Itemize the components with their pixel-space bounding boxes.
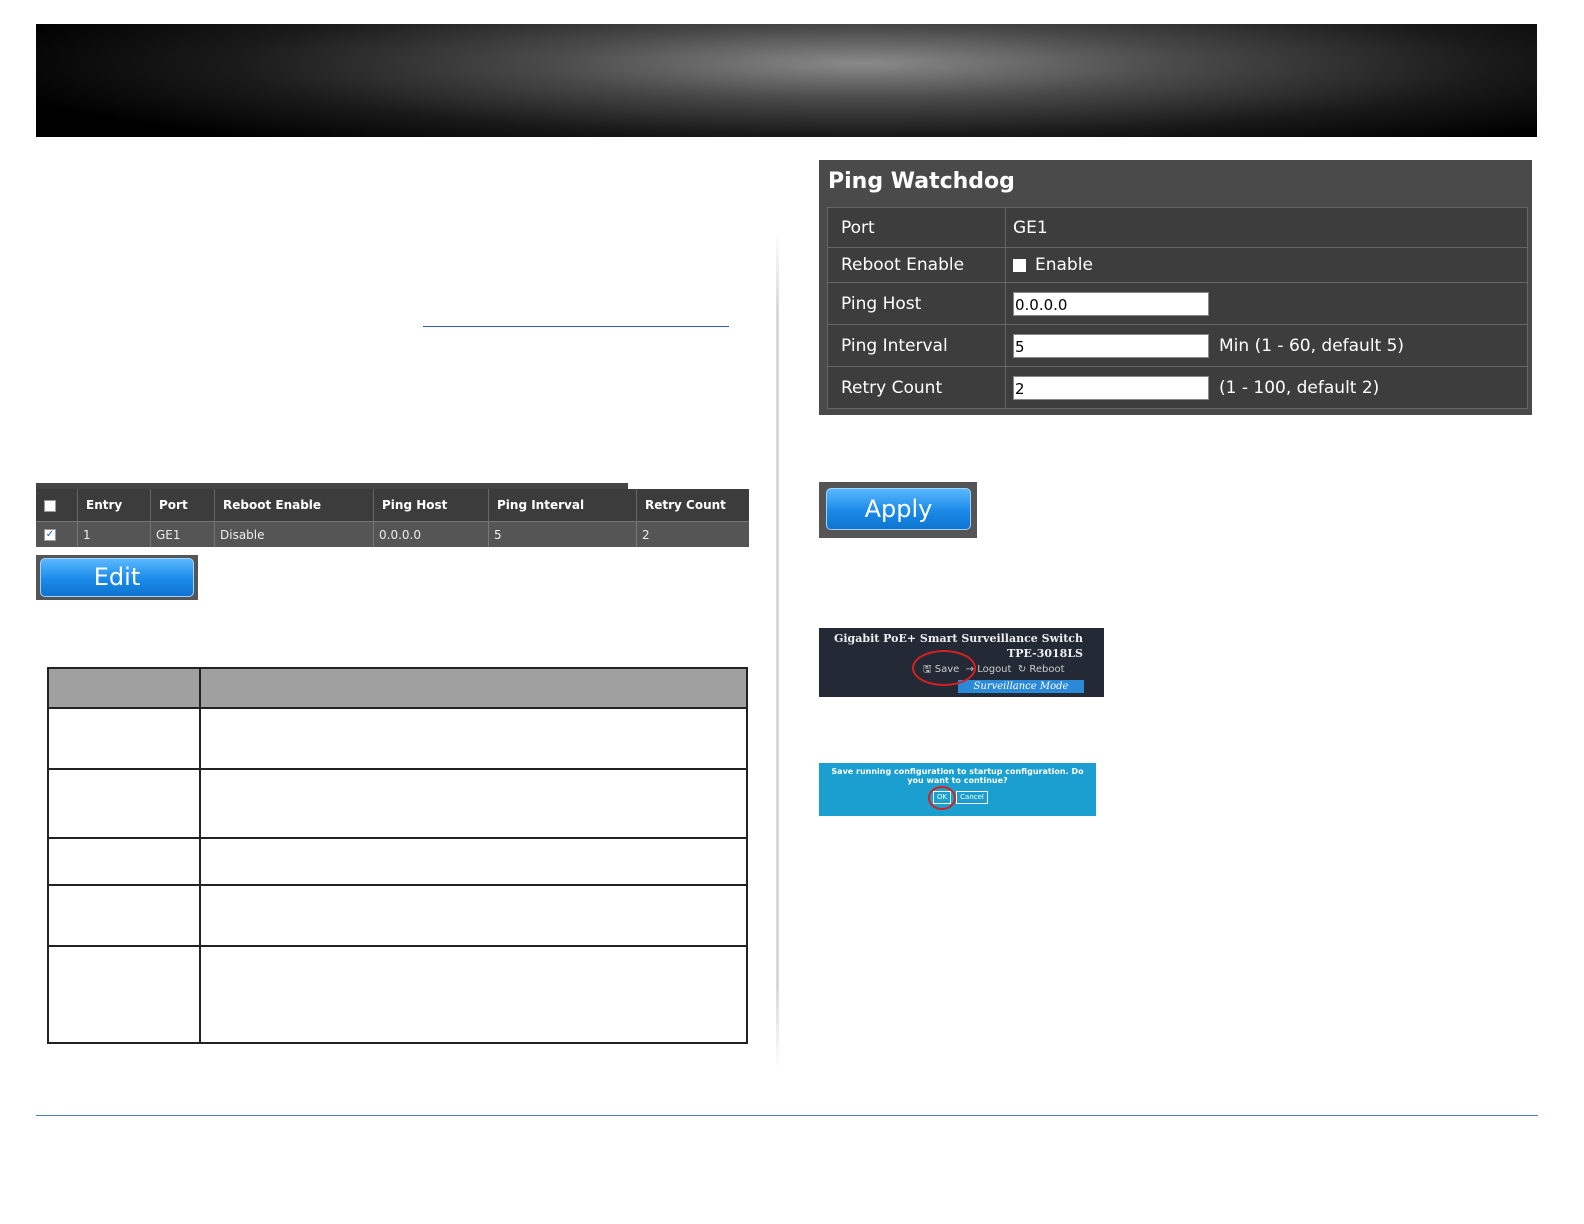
reboot-link[interactable]: Reboot	[1029, 664, 1064, 675]
row-select-cell[interactable]: ✓	[36, 521, 78, 547]
edit-button[interactable]: Edit	[40, 558, 194, 597]
retry-count-hint: (1 - 100, default 2)	[1219, 377, 1380, 398]
product-name: Gigabit PoE+ Smart Surveillance Switch	[833, 632, 1083, 645]
apply-button-frame: Apply	[819, 482, 977, 538]
select-all-checkbox[interactable]	[44, 499, 56, 512]
table-row	[47, 884, 748, 947]
desc-cell	[47, 837, 201, 886]
retry-row: Retry Count 2 (1 - 100, default 2)	[827, 366, 1528, 409]
table-row	[47, 707, 748, 770]
desc-header-row	[47, 667, 748, 709]
cell-retry-count: 2	[636, 521, 749, 547]
desc-cell	[199, 884, 748, 947]
ping-watchdog-panel: Ping Watchdog Port GE1 Reboot Enable Ena…	[819, 160, 1532, 415]
table-row	[47, 768, 748, 839]
header-banner	[36, 24, 1537, 137]
retry-count-cell: 2 (1 - 100, default 2)	[1005, 366, 1528, 409]
desc-cell	[199, 945, 748, 1044]
reboot-icon: ↻	[1017, 664, 1027, 675]
reboot-row: Reboot Enable Enable	[827, 247, 1528, 283]
reboot-enable-label: Reboot Enable	[827, 247, 1006, 283]
port-label: Port	[827, 207, 1006, 248]
desc-cell	[199, 837, 748, 886]
desc-cell	[47, 768, 201, 839]
col-port: Port	[150, 489, 215, 522]
ping-host-label: Ping Host	[827, 282, 1006, 325]
cell-port: GE1	[150, 521, 215, 547]
desc-cell	[47, 945, 201, 1044]
retry-count-input[interactable]: 2	[1013, 375, 1209, 400]
retry-count-label: Retry Count	[827, 366, 1006, 409]
cell-ping-host: 0.0.0.0	[373, 521, 489, 547]
interval-row: Ping Interval 5 Min (1 - 60, default 5)	[827, 324, 1528, 367]
ping-interval-label: Ping Interval	[827, 324, 1006, 367]
desc-cell	[199, 707, 748, 770]
col-ping-interval: Ping Interval	[488, 489, 637, 522]
cell-reboot-enable: Disable	[214, 521, 374, 547]
ping-host-input[interactable]: 0.0.0.0	[1013, 291, 1209, 316]
table-row	[47, 945, 748, 1044]
column-divider	[776, 230, 779, 1070]
port-value: GE1	[1005, 207, 1528, 248]
col-ping-host: Ping Host	[373, 489, 489, 522]
col-reboot-enable: Reboot Enable	[214, 489, 374, 522]
table-row[interactable]: ✓ 1 GE1 Disable 0.0.0.0 5 2	[36, 521, 749, 547]
dialog-message: Save running configuration to startup co…	[831, 767, 1084, 785]
surveillance-mode-badge[interactable]: Surveillance Mode	[958, 680, 1084, 693]
desc-header-cell	[47, 667, 201, 709]
save-highlight-circle	[912, 650, 976, 686]
cancel-button[interactable]: Cancel	[956, 791, 988, 804]
desc-cell	[47, 707, 201, 770]
select-all-header[interactable]	[36, 489, 78, 522]
apply-button[interactable]: Apply	[826, 488, 971, 530]
cell-ping-interval: 5	[488, 521, 637, 547]
col-retry-count: Retry Count	[636, 489, 749, 522]
host-row: Ping Host 0.0.0.0	[827, 282, 1528, 325]
ping-watchdog-form: Port GE1 Reboot Enable Enable Ping Host …	[827, 207, 1528, 409]
table-row	[47, 837, 748, 886]
ok-highlight-circle	[928, 786, 956, 810]
ping-interval-hint: Min (1 - 60, default 5)	[1219, 335, 1405, 356]
ping-interval-cell: 5 Min (1 - 60, default 5)	[1005, 324, 1528, 367]
reboot-enable-cell: Enable	[1005, 247, 1528, 283]
description-table	[47, 667, 748, 1044]
footer-rule	[36, 1115, 1538, 1116]
logout-link[interactable]: Logout	[977, 664, 1011, 675]
link-underline[interactable]	[423, 326, 729, 327]
entry-table: Entry Port Reboot Enable Ping Host Ping …	[36, 489, 749, 547]
reboot-enable-option: Enable	[1035, 255, 1093, 275]
panel-title: Ping Watchdog	[828, 169, 1015, 194]
entry-table-section: Entry Port Reboot Enable Ping Host Ping …	[36, 483, 749, 549]
col-entry: Entry	[77, 489, 151, 522]
port-row: Port GE1	[827, 207, 1528, 248]
ping-interval-input[interactable]: 5	[1013, 333, 1209, 358]
reboot-enable-checkbox[interactable]	[1013, 258, 1026, 272]
save-confirm-dialog: Save running configuration to startup co…	[819, 763, 1096, 816]
cell-entry: 1	[77, 521, 151, 547]
model-name: TPE-3018LS	[1007, 647, 1083, 660]
switch-header-screenshot: Gigabit PoE+ Smart Surveillance Switch T…	[819, 628, 1104, 697]
edit-button-frame: Edit	[36, 555, 198, 600]
desc-header-cell	[199, 667, 748, 709]
desc-cell	[199, 768, 748, 839]
table-header-row: Entry Port Reboot Enable Ping Host Ping …	[36, 489, 749, 522]
desc-cell	[47, 884, 201, 947]
row-checkbox[interactable]: ✓	[44, 529, 56, 542]
ping-host-cell: 0.0.0.0	[1005, 282, 1528, 325]
